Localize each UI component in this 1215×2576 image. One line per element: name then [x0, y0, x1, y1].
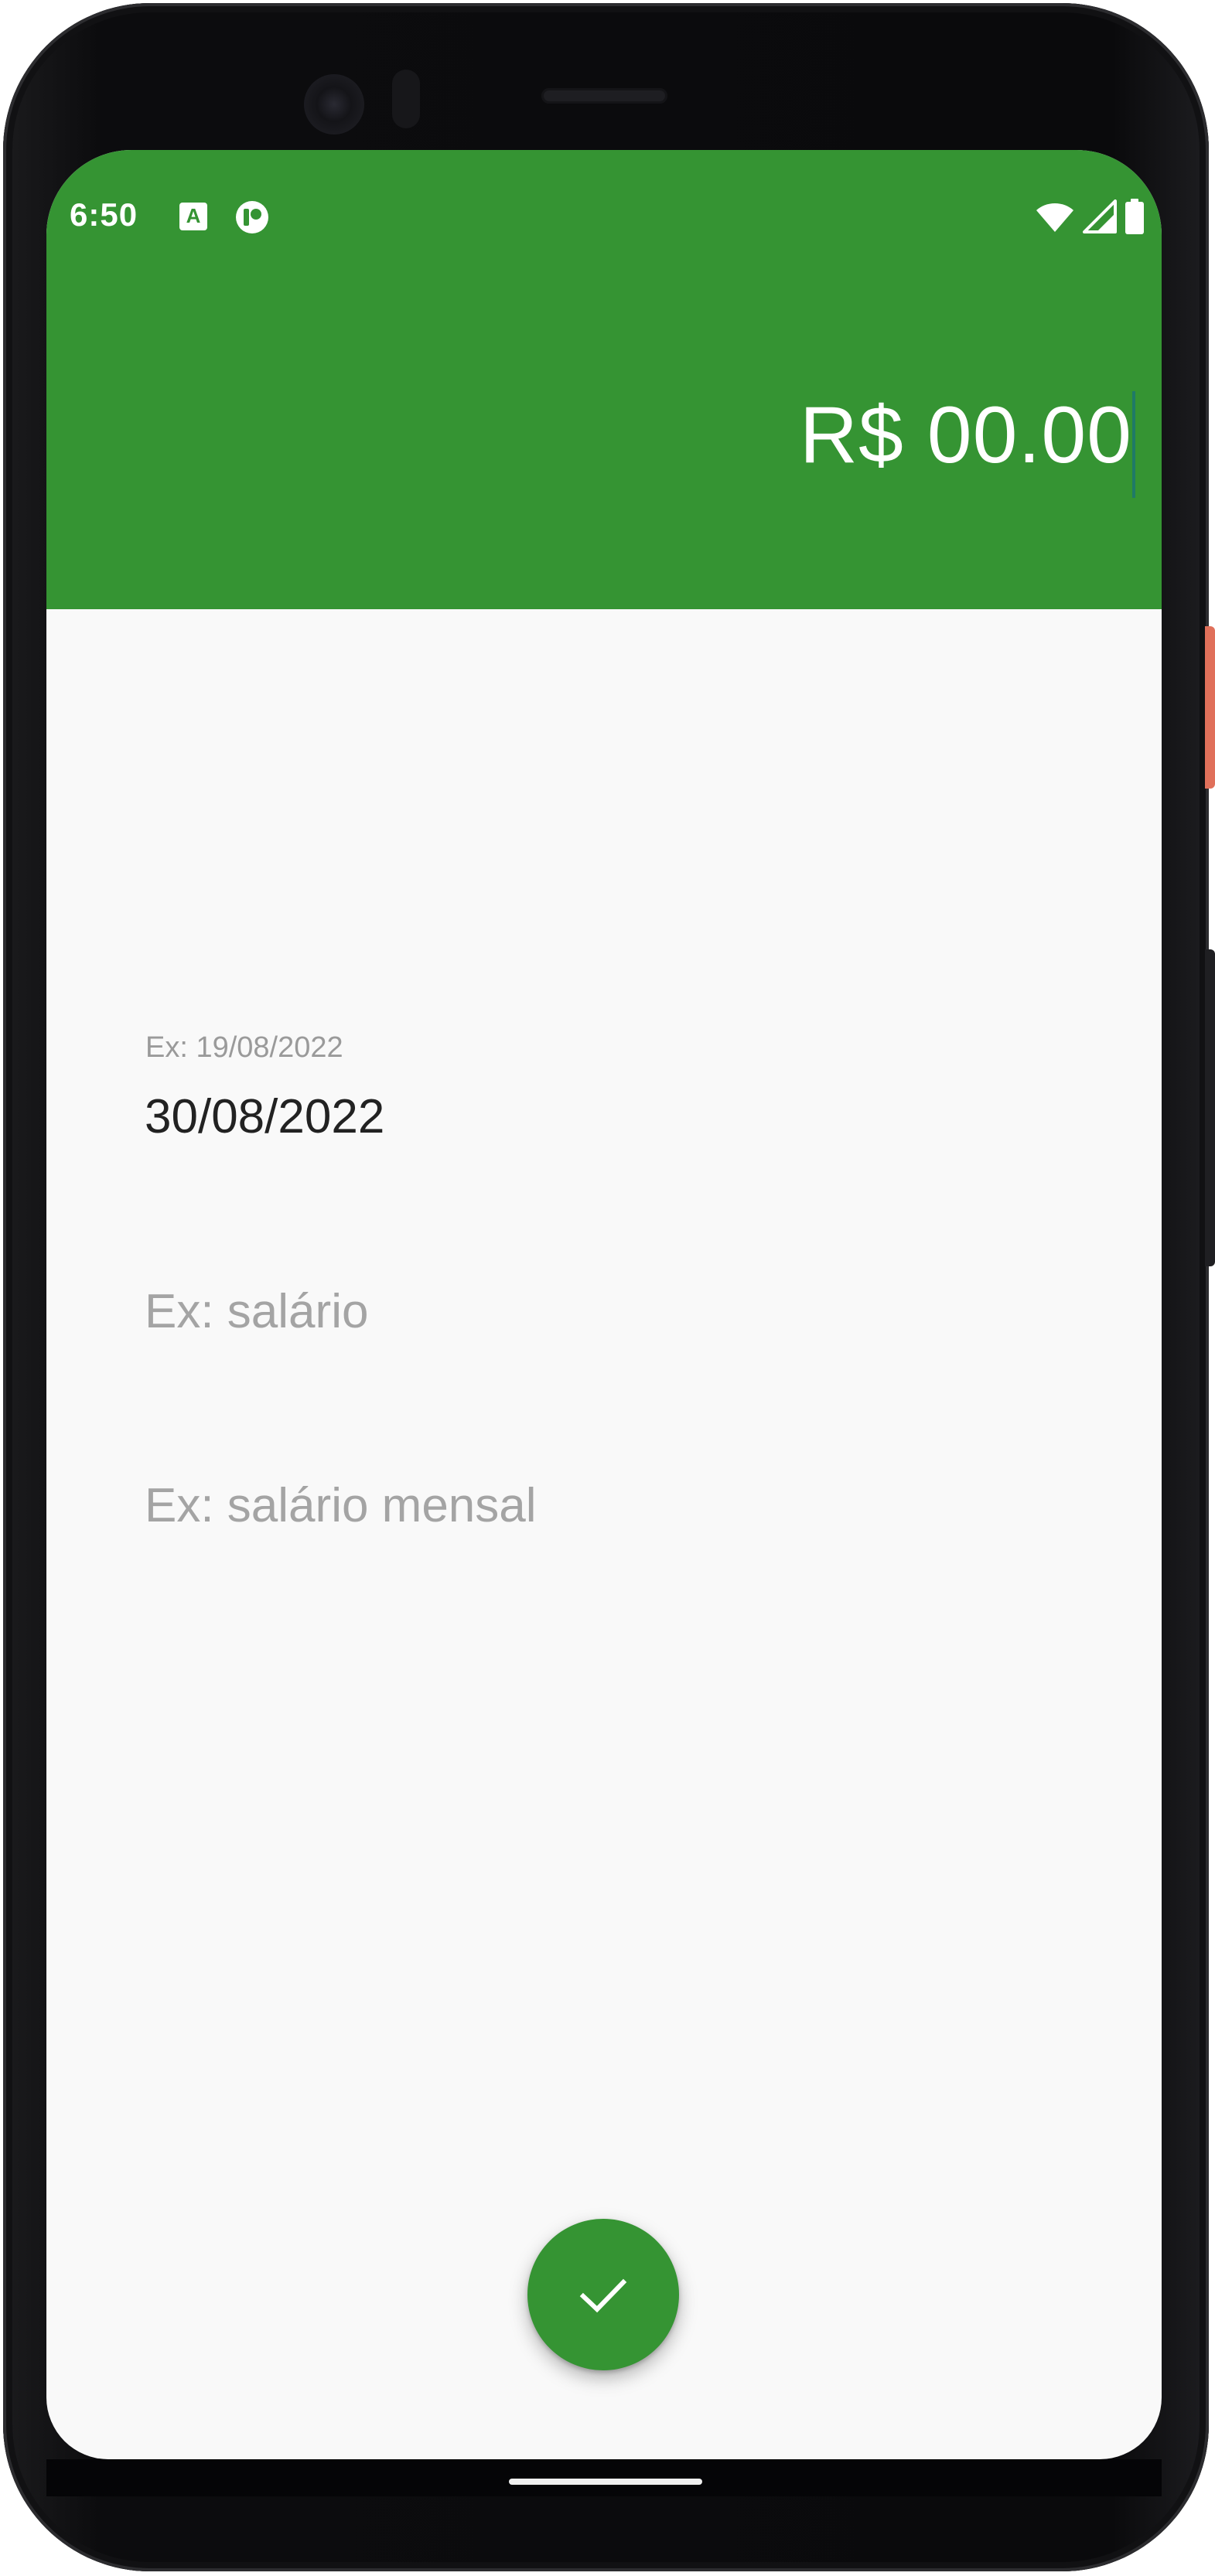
date-field[interactable]: 30/08/2022: [145, 1089, 384, 1144]
signal-icon: [1083, 199, 1117, 233]
amount-header: 6:50 A R$ 00.00: [46, 150, 1162, 609]
text-cursor: [1132, 391, 1135, 498]
category-field[interactable]: Ex: salário: [145, 1284, 368, 1339]
amount-input[interactable]: R$ 00.00: [800, 390, 1132, 482]
status-icons-right: [1035, 198, 1145, 235]
status-time: 6:50: [70, 196, 138, 233]
wifi-icon: [1036, 203, 1073, 232]
proximity-sensor: [392, 70, 420, 128]
earpiece-speaker: [541, 88, 667, 104]
a-badge-icon: A: [179, 203, 207, 230]
check-icon: [579, 2278, 627, 2313]
confirm-button[interactable]: [527, 2219, 679, 2370]
record-icon: [236, 201, 268, 233]
power-button: [1205, 626, 1215, 789]
date-field-label: Ex: 19/08/2022: [145, 1031, 343, 1064]
front-camera: [304, 74, 364, 135]
battery-icon: [1125, 199, 1144, 234]
home-gesture-handle[interactable]: [509, 2479, 702, 2485]
description-field[interactable]: Ex: salário mensal: [145, 1478, 537, 1533]
app-screen: 6:50 A R$ 00.00 Ex: 19/08/2022 30/08/202…: [46, 150, 1162, 2459]
volume-button: [1205, 949, 1215, 1266]
navigation-bar: [46, 2459, 1162, 2496]
